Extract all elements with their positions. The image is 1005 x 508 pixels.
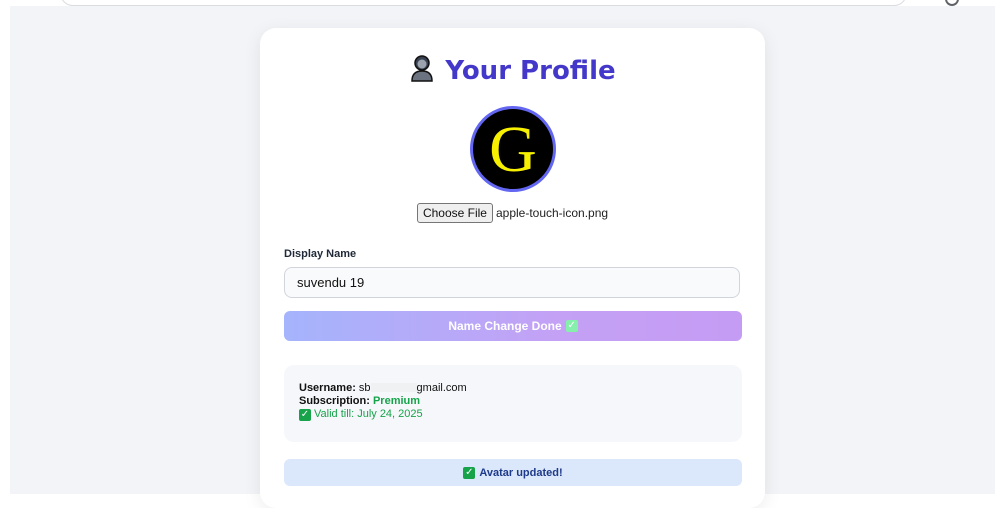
status-message-text: Avatar updated! bbox=[479, 466, 563, 479]
username-row: Username: sb gmail.com bbox=[299, 382, 727, 395]
subscription-row: Subscription: Premium bbox=[299, 395, 727, 408]
username-label: Username: bbox=[299, 382, 356, 394]
page-title-text: Your Profile bbox=[445, 56, 616, 86]
file-upload: Choose File apple-touch-icon.png bbox=[260, 203, 765, 223]
check-mark-icon: ✓ bbox=[299, 409, 311, 421]
validity-row: ✓ Valid till: July 24, 2025 bbox=[299, 408, 727, 421]
display-name-input[interactable] bbox=[284, 267, 740, 298]
person-icon bbox=[409, 54, 435, 82]
avatar: G bbox=[470, 106, 556, 192]
check-mark-icon: ✓ bbox=[463, 466, 476, 479]
validity-text: Valid till: July 24, 2025 bbox=[314, 408, 423, 420]
profile-card: Your Profile G Choose File apple-touch-ic… bbox=[260, 28, 765, 508]
page-background: Your Profile G Choose File apple-touch-ic… bbox=[10, 6, 995, 508]
selected-filename: apple-touch-icon.png bbox=[495, 206, 609, 220]
name-change-button-label: Name Change Done bbox=[448, 319, 562, 333]
account-info-panel: Username: sb gmail.com Subscription: Prem… bbox=[284, 365, 742, 442]
redacted-block bbox=[370, 383, 417, 392]
status-message: ✓ Avatar updated! bbox=[284, 459, 742, 486]
display-name-label: Display Name bbox=[284, 248, 357, 260]
page-title: Your Profile bbox=[260, 54, 765, 86]
username-prefix: sb bbox=[358, 382, 371, 394]
name-change-button[interactable]: Name Change Done ✓ bbox=[284, 311, 742, 341]
subscription-label: Subscription: bbox=[299, 395, 370, 407]
avatar-letter: G bbox=[489, 113, 537, 186]
subscription-value: Premium bbox=[372, 395, 421, 407]
check-mark-icon: ✓ bbox=[565, 320, 578, 332]
choose-file-button[interactable]: Choose File bbox=[416, 203, 493, 223]
username-suffix: gmail.com bbox=[416, 382, 467, 394]
